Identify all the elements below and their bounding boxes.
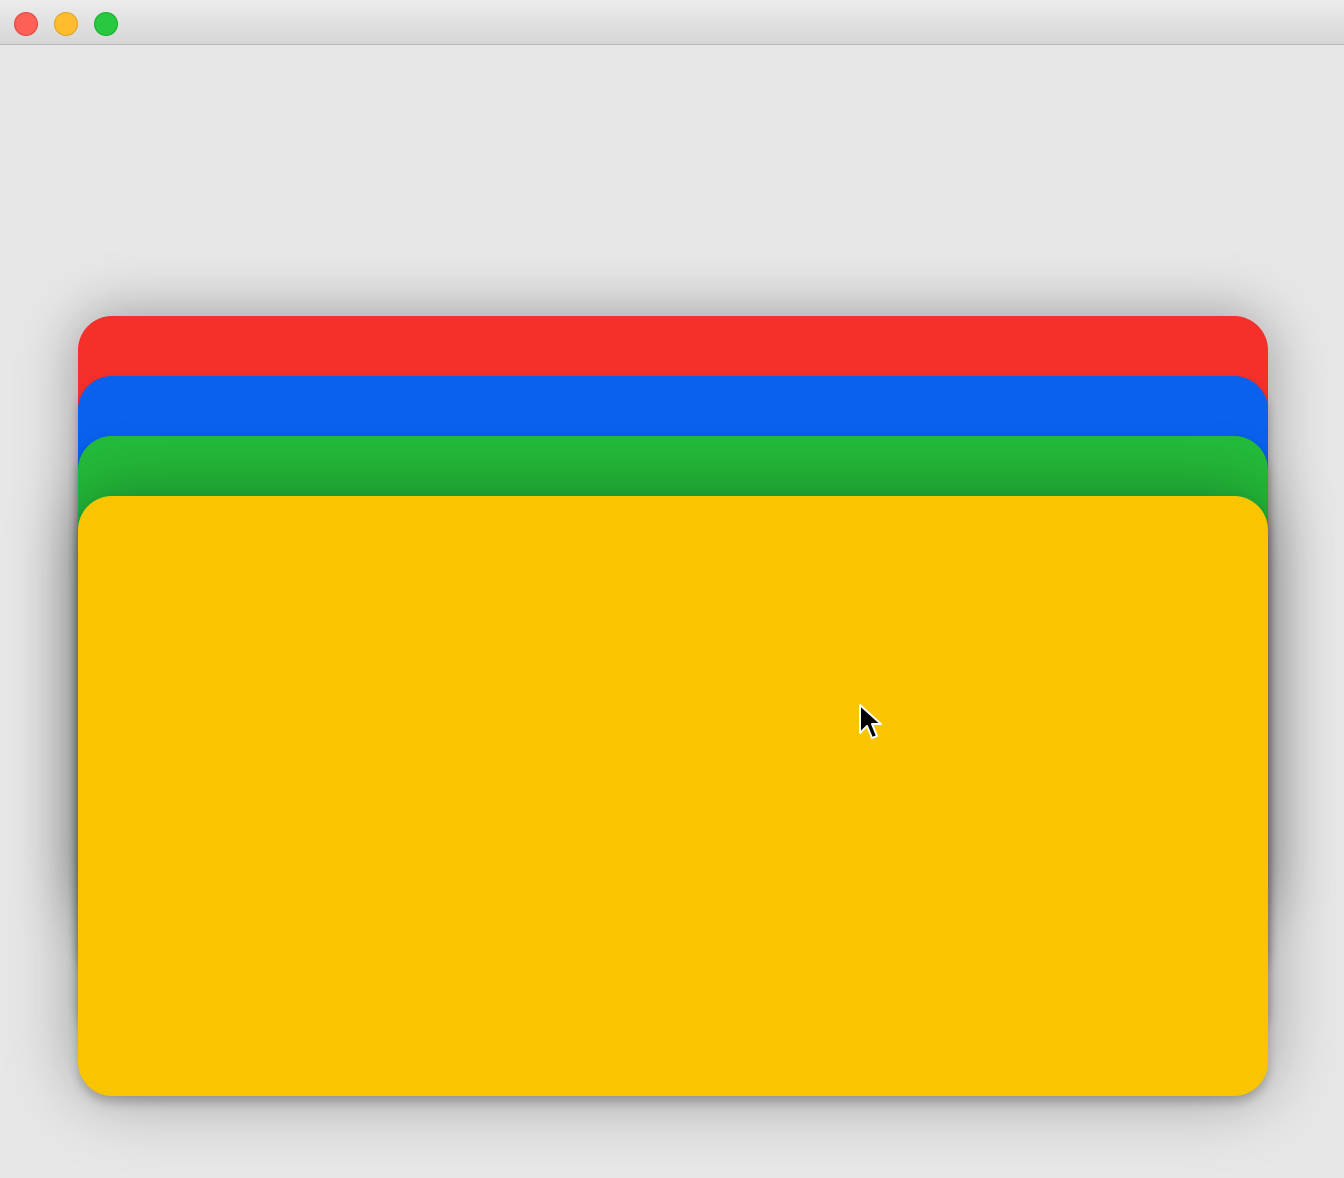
card-yellow[interactable] (78, 496, 1268, 1096)
arrow-cursor-icon (859, 704, 882, 739)
close-window-button[interactable] (14, 12, 38, 36)
zoom-window-button[interactable] (94, 12, 118, 36)
title-bar[interactable] (0, 0, 1344, 45)
app-window (0, 0, 1344, 1178)
card-stack-area (0, 45, 1344, 1178)
minimize-window-button[interactable] (54, 12, 78, 36)
